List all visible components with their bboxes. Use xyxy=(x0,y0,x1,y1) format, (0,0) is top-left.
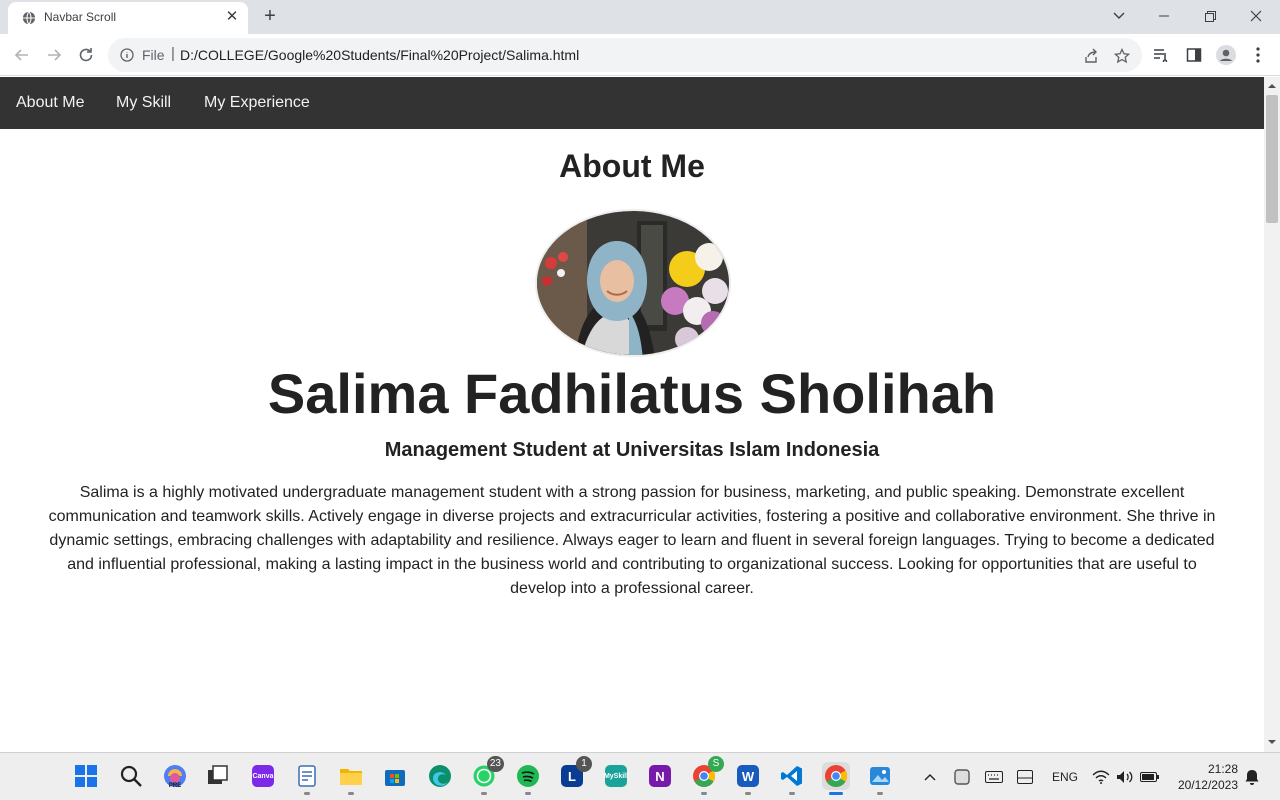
tray-app-icon[interactable] xyxy=(953,768,971,786)
nav-link-about-me[interactable]: About Me xyxy=(16,94,84,112)
whatsapp-taskbar-button[interactable]: 23 xyxy=(470,756,504,795)
myskill-label: MySkill xyxy=(603,772,629,780)
tab-close-icon[interactable]: ✕ xyxy=(224,9,240,25)
volume-icon[interactable] xyxy=(1116,768,1134,786)
notepad-icon xyxy=(298,765,316,787)
side-panel-icon[interactable] xyxy=(1184,45,1204,65)
copilot-label: PRE xyxy=(168,783,182,789)
photos-icon xyxy=(870,767,890,785)
running-indicator xyxy=(829,792,843,795)
bookmark-star-icon[interactable] xyxy=(1113,47,1131,65)
edge-icon xyxy=(429,765,451,787)
microsoft-store-icon xyxy=(385,770,405,786)
scroll-up-arrow-icon[interactable] xyxy=(1264,81,1280,91)
task-view-icon xyxy=(208,765,228,784)
photos-taskbar-button[interactable] xyxy=(866,762,894,795)
whatsapp-badge: 23 xyxy=(486,756,504,772)
running-indicator xyxy=(877,792,883,795)
site-navbar: About Me My Skill My Experience xyxy=(0,77,1264,129)
nav-link-my-skill[interactable]: My Skill xyxy=(116,94,171,112)
clock[interactable]: 21:28 20/12/2023 xyxy=(1168,761,1238,793)
myskill-taskbar-button[interactable]: MySkill xyxy=(602,762,630,790)
browser-menu-icon[interactable] xyxy=(1248,45,1268,65)
file-explorer-icon xyxy=(340,769,362,785)
search-icon xyxy=(120,765,142,787)
browser-tab[interactable]: Navbar Scroll ✕ xyxy=(8,2,248,34)
canva-taskbar-button[interactable]: Canva xyxy=(249,762,277,790)
profile-avatar-icon[interactable] xyxy=(1216,45,1236,65)
word-label: W xyxy=(741,768,755,784)
browser-tab-strip: Navbar Scroll ✕ + xyxy=(0,0,1280,34)
show-hidden-icons-icon[interactable] xyxy=(922,768,938,786)
word-taskbar-button[interactable]: W xyxy=(734,762,762,795)
reload-icon[interactable] xyxy=(74,43,98,67)
battery-icon[interactable] xyxy=(1140,768,1160,786)
browser-toolbar: File | D:/COLLEGE/Google%20Students/Fina… xyxy=(0,34,1280,76)
section-heading: About Me xyxy=(559,148,705,184)
info-icon[interactable] xyxy=(120,48,134,62)
chrome-icon xyxy=(825,765,847,787)
subtitle: Management Student at Universitas Islam … xyxy=(384,439,880,461)
vscode-icon xyxy=(781,766,802,786)
running-indicator xyxy=(304,792,310,795)
url-separator: | xyxy=(171,45,175,62)
url-text[interactable]: D:/COLLEGE/Google%20Students/Final%20Pro… xyxy=(180,47,579,63)
address-bar[interactable]: File | D:/COLLEGE/Google%20Students/Fina… xyxy=(108,38,1142,72)
clock-time: 21:28 xyxy=(1207,762,1238,776)
new-tab-button[interactable]: + xyxy=(258,5,282,29)
spotify-taskbar-button[interactable] xyxy=(514,762,542,795)
start-taskbar-button[interactable] xyxy=(72,762,100,790)
running-indicator xyxy=(481,792,487,795)
full-name: Salima Fadhilatus Sholihah xyxy=(267,362,997,425)
edge-taskbar-button[interactable] xyxy=(426,762,454,790)
chrome-taskbar-button[interactable] xyxy=(822,762,850,795)
nav-link-my-experience[interactable]: My Experience xyxy=(204,94,310,112)
share-icon[interactable] xyxy=(1082,47,1100,65)
touch-keyboard-icon[interactable] xyxy=(985,768,1003,786)
page-scrollbar[interactable] xyxy=(1264,77,1280,752)
scroll-thumb[interactable] xyxy=(1266,95,1278,223)
profile-photo xyxy=(535,209,731,357)
linkedin-learning-badge: 1 xyxy=(576,756,592,772)
notification-bell-icon[interactable] xyxy=(1244,768,1260,786)
tab-search-icon[interactable] xyxy=(1108,7,1130,25)
linkedin-learning-taskbar-button[interactable]: L1 xyxy=(558,756,592,790)
globe-icon xyxy=(22,11,36,25)
scroll-down-arrow-icon[interactable] xyxy=(1264,737,1280,747)
task-view-taskbar-button[interactable] xyxy=(204,762,232,790)
minimize-button[interactable] xyxy=(1141,0,1187,32)
canva-label: Canva xyxy=(252,772,274,780)
tab-title: Navbar Scroll xyxy=(44,10,117,24)
forward-icon[interactable] xyxy=(42,43,66,67)
url-scheme-label: File xyxy=(142,47,165,63)
spotify-icon xyxy=(517,765,539,787)
close-window-button[interactable] xyxy=(1233,0,1279,32)
onenote-taskbar-button[interactable]: N xyxy=(646,762,674,790)
microsoft-store-taskbar-button[interactable] xyxy=(381,762,409,790)
search-taskbar-button[interactable] xyxy=(117,762,145,790)
chrome-profile-taskbar-button[interactable]: S xyxy=(690,756,724,795)
running-indicator xyxy=(745,792,751,795)
clock-date: 20/12/2023 xyxy=(1177,778,1238,792)
input-language[interactable]: ENG xyxy=(1052,770,1078,784)
notepad-taskbar-button[interactable] xyxy=(293,762,321,795)
running-indicator xyxy=(525,792,531,795)
bio-paragraph: Salima is a highly motivated undergradua… xyxy=(48,484,1216,597)
pen-workspace-icon[interactable] xyxy=(1016,768,1034,786)
running-indicator xyxy=(348,792,354,795)
restore-button[interactable] xyxy=(1187,0,1233,32)
copilot-taskbar-button[interactable]: PRE xyxy=(161,762,189,790)
file-explorer-taskbar-button[interactable] xyxy=(337,762,365,795)
start-icon xyxy=(75,765,97,787)
running-indicator xyxy=(789,792,795,795)
back-icon[interactable] xyxy=(10,43,34,67)
vscode-taskbar-button[interactable] xyxy=(778,762,806,795)
taskbar: PRE Canva 23 L 1 MySkill N S W ENG 21:28 20/12/2… xyxy=(0,752,1280,800)
running-indicator xyxy=(701,792,707,795)
page-viewport: About Me My Skill My Experience About Me xyxy=(0,77,1264,752)
reading-list-icon[interactable] xyxy=(1151,45,1171,65)
onenote-label: N xyxy=(655,768,665,784)
chrome-profile-badge: S xyxy=(708,756,724,772)
wifi-icon[interactable] xyxy=(1092,768,1110,786)
